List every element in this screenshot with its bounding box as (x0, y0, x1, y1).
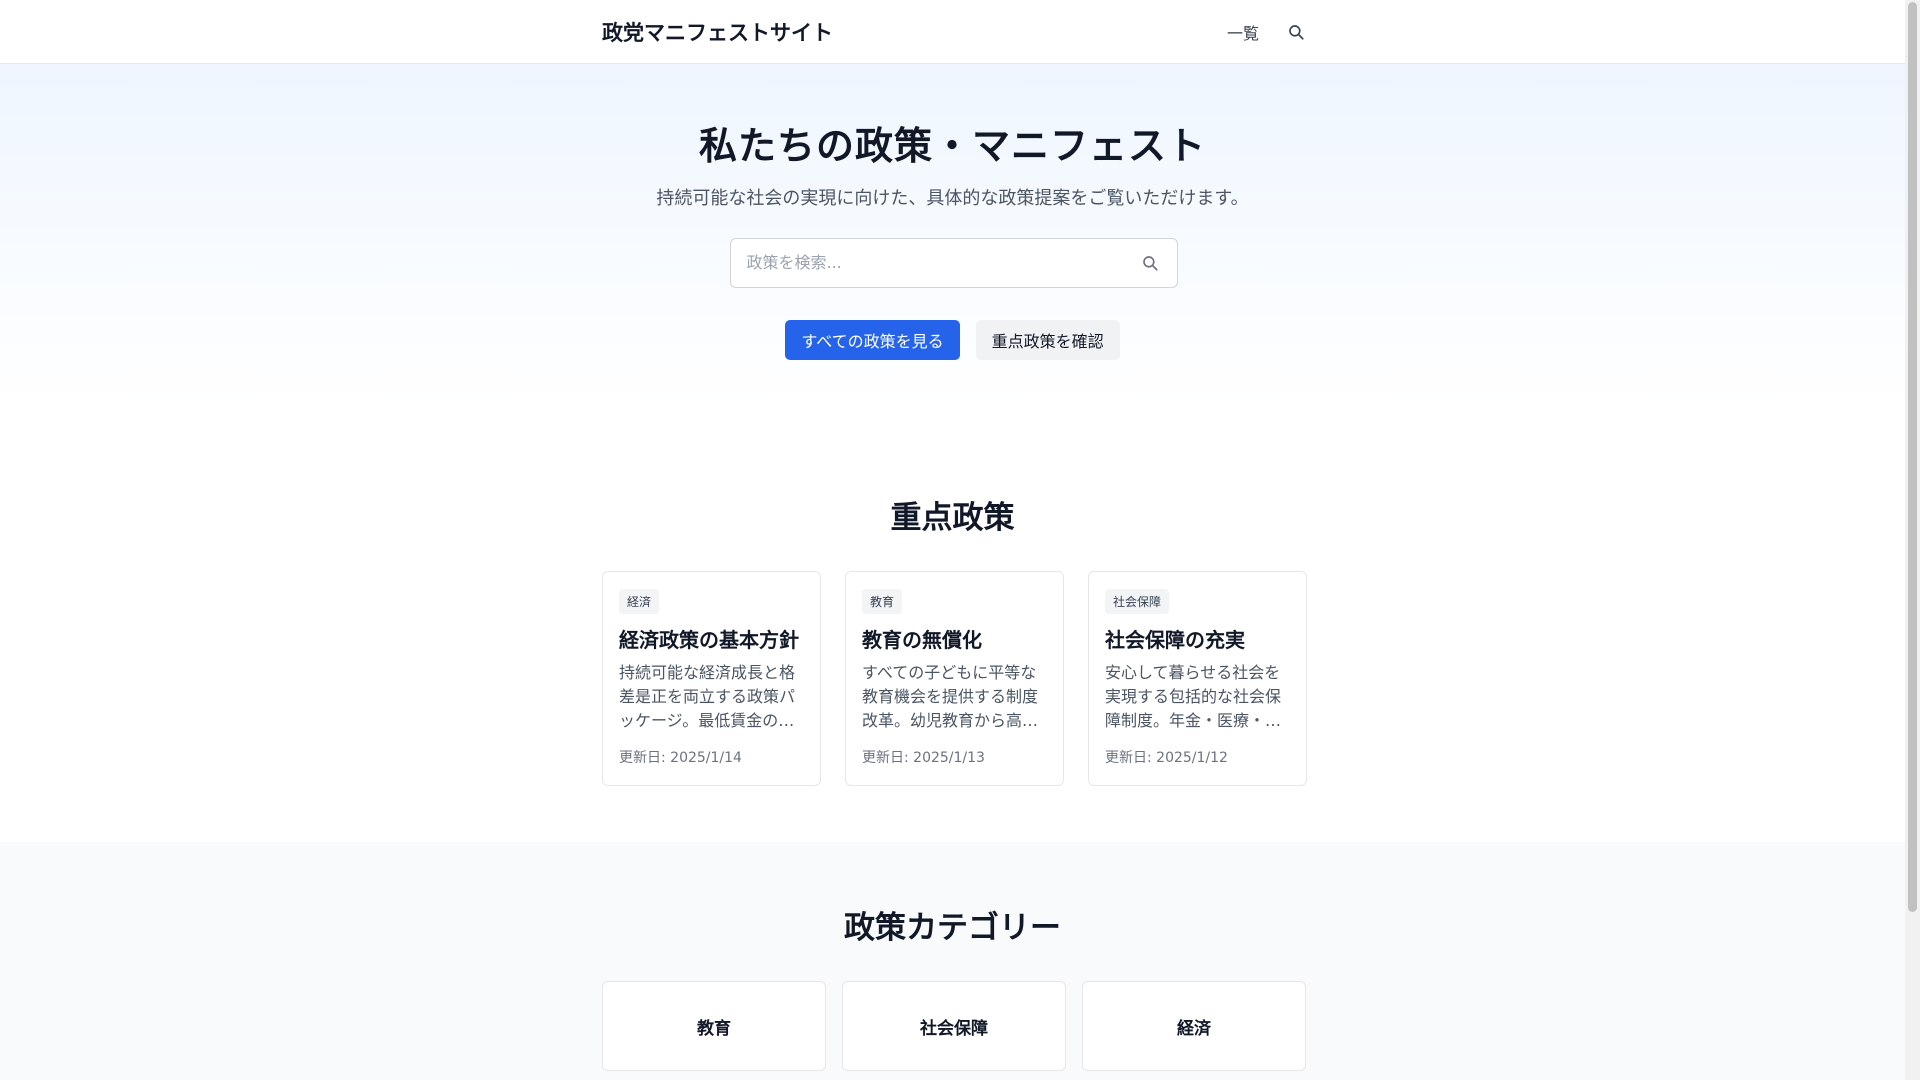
search-icon[interactable] (1285, 21, 1307, 43)
card-description: 安心して暮らせる社会を実現する包括的な社会保障制度。年金・医療・… (1105, 663, 1282, 730)
hero-buttons: すべての政策を見る 重点政策を確認 (0, 319, 1905, 360)
page: 政党マニフェストサイト 一覧 私たちの政策・マニフェスト 持続可能な社会の実現に… (0, 0, 1905, 1080)
card-title: 経済政策の基本方針 (619, 628, 799, 652)
view-all-policies-button[interactable]: すべての政策を見る (785, 319, 960, 360)
card-updated-date: 更新日: 2025/1/13 (862, 750, 985, 766)
view-featured-policies-button[interactable]: 重点政策を確認 (975, 319, 1120, 360)
card-description: 持続可能な経済成長と格差是正を両立する政策パッケージ。最低賃金の… (619, 663, 796, 730)
categories-title: 政策カテゴリー (844, 910, 1061, 946)
categories-section: 政策カテゴリー 教育 社会保障 経済 (0, 842, 1905, 1080)
card-title: 教育の無償化 (862, 628, 982, 652)
policy-search-input[interactable] (746, 253, 1139, 273)
policy-card-economy[interactable]: 経済 経済政策の基本方針 持続可能な経済成長と格差是正を両立する政策パッケージ。… (602, 571, 821, 786)
site-header: 政党マニフェストサイト 一覧 (0, 0, 1905, 64)
featured-title: 重点政策 (890, 500, 1015, 536)
category-grid: 教育 社会保障 経済 (602, 981, 1307, 1071)
featured-section: 重点政策 経済 経済政策の基本方針 持続可能な経済成長と格差是正を両立する政策パ… (0, 406, 1905, 842)
card-title: 社会保障の充実 (1105, 628, 1245, 652)
scrollbar-thumb[interactable] (1908, 2, 1917, 912)
hero-title: 私たちの政策・マニフェスト (698, 124, 1206, 168)
category-tag: 教育 (862, 589, 903, 614)
category-card-economy[interactable]: 経済 (1082, 981, 1306, 1071)
policy-search-box (729, 237, 1178, 288)
card-updated-date: 更新日: 2025/1/12 (1105, 750, 1228, 766)
search-icon[interactable] (1139, 252, 1161, 274)
category-card-education[interactable]: 教育 (602, 981, 826, 1071)
policy-card-social-security[interactable]: 社会保障 社会保障の充実 安心して暮らせる社会を実現する包括的な社会保障制度。年… (1088, 571, 1307, 786)
header-inner: 政党マニフェストサイト 一覧 (602, 0, 1307, 64)
nav-list-link[interactable]: 一覧 (1227, 20, 1259, 44)
category-tag: 経済 (619, 589, 660, 614)
header-nav: 一覧 (1227, 20, 1307, 44)
site-title-link[interactable]: 政党マニフェストサイト (602, 17, 833, 47)
hero-section: 私たちの政策・マニフェスト 持続可能な社会の実現に向けた、具体的な政策提案をご覧… (0, 64, 1905, 406)
category-tag: 社会保障 (1105, 589, 1170, 614)
hero-subtitle: 持続可能な社会の実現に向けた、具体的な政策提案をご覧いただけます。 (656, 187, 1249, 209)
policy-card-education[interactable]: 教育 教育の無償化 すべての子どもに平等な教育機会を提供する制度改革。幼児教育か… (845, 571, 1064, 786)
card-description: すべての子どもに平等な教育機会を提供する制度改革。幼児教育から高… (862, 663, 1039, 730)
category-card-social-security[interactable]: 社会保障 (842, 981, 1066, 1071)
card-updated-date: 更新日: 2025/1/14 (619, 750, 742, 766)
page-scrollbar[interactable] (1905, 0, 1920, 1080)
featured-cards: 経済 経済政策の基本方針 持続可能な経済成長と格差是正を両立する政策パッケージ。… (602, 571, 1307, 786)
